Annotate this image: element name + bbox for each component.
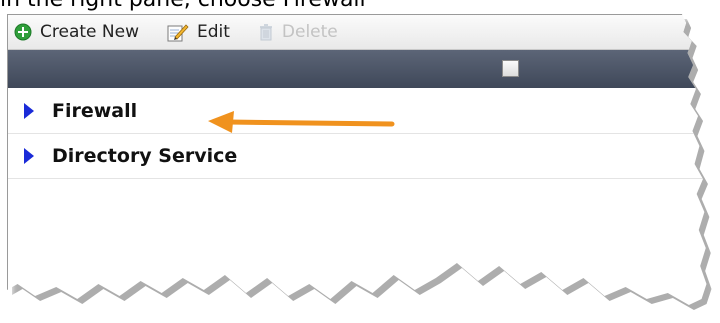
delete-label: Delete <box>281 22 338 42</box>
list-header <box>8 50 707 88</box>
delete-button[interactable]: Delete <box>252 18 346 46</box>
expand-triangle-icon[interactable] <box>24 103 34 119</box>
toolbar: Create New Edit Delete <box>8 15 707 50</box>
create-new-button[interactable]: Create New <box>8 18 147 46</box>
screenshot-frame: Create New Edit Delete Firewall Director… <box>0 0 720 323</box>
trash-can-icon <box>258 23 274 41</box>
select-all-checkbox[interactable] <box>502 60 519 77</box>
create-new-label: Create New <box>40 22 139 42</box>
content-panel: Create New Edit Delete Firewall Director… <box>7 14 707 305</box>
list-row-firewall[interactable]: Firewall <box>8 89 707 134</box>
expand-triangle-icon[interactable] <box>24 148 34 164</box>
edit-button[interactable]: Edit <box>161 18 238 46</box>
row-label: Directory Service <box>52 145 238 167</box>
row-label: Firewall <box>52 100 138 122</box>
list-row-directory-service[interactable]: Directory Service <box>8 134 707 179</box>
instruction-caption: in the right pane, choose Firewall <box>0 0 720 13</box>
pencil-notepad-icon <box>167 22 189 42</box>
plus-circle-icon <box>14 23 32 41</box>
edit-label: Edit <box>196 22 230 42</box>
